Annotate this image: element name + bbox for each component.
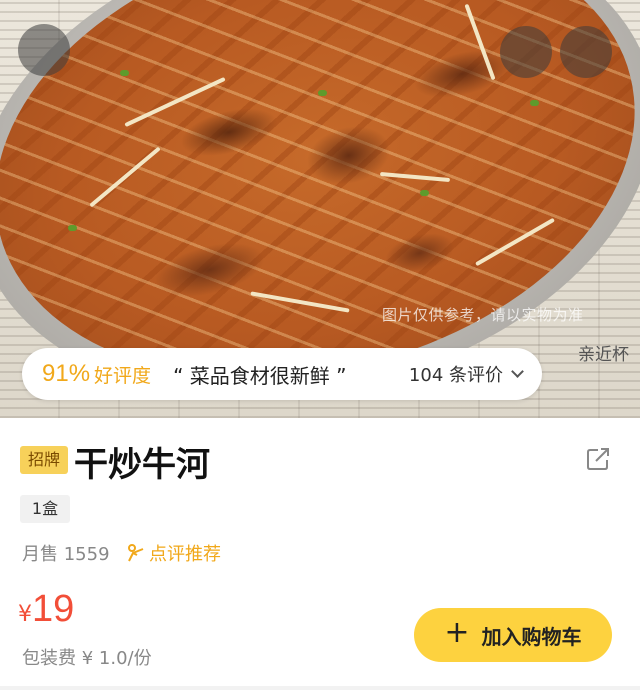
spec-tag: 1盒 — [20, 495, 70, 523]
photo-watermark: 图片仅供参考，请以实物为准 — [382, 306, 584, 324]
signature-badge: 招牌 — [20, 446, 68, 474]
price: ¥19 — [18, 588, 74, 631]
recommend-tag[interactable]: 点评推荐 — [126, 540, 221, 566]
dish-name: 干炒牛河 — [74, 445, 210, 485]
scallion — [318, 90, 327, 96]
favorite-button[interactable] — [500, 26, 552, 78]
rating-percent: 91% — [42, 360, 91, 387]
scallion — [68, 225, 77, 231]
chevron-down-icon — [511, 364, 524, 378]
recommend-icon — [128, 544, 144, 562]
scallion — [420, 190, 429, 196]
back-button[interactable] — [18, 24, 70, 76]
newspaper-text: 亲近杯 — [578, 345, 629, 365]
review-count[interactable]: 104 条评价 — [409, 361, 503, 387]
more-button[interactable] — [560, 26, 612, 78]
add-to-cart-label: 加入购物车 — [481, 624, 582, 649]
dish-photo[interactable]: 图片仅供参考，请以实物为准 亲近杯 91% 好评度 “ 菜品食材很新鲜 ” 10… — [0, 0, 640, 418]
scallion — [120, 70, 129, 76]
highlight-quote: “ 菜品食材很新鲜 ” — [173, 363, 347, 388]
rating-label: 好评度 — [94, 364, 152, 387]
monthly-sales: 月售 1559 — [22, 544, 110, 565]
recommend-label: 点评推荐 — [149, 544, 221, 565]
divider — [0, 686, 640, 690]
packaging-fee: 包装费 ¥ 1.0/份 — [22, 648, 152, 669]
rating-summary[interactable]: 91% 好评度 “ 菜品食材很新鲜 ” 104 条评价 — [22, 348, 542, 400]
price-value: 19 — [32, 588, 75, 630]
share-icon[interactable] — [584, 445, 612, 473]
scallion — [530, 100, 539, 106]
plus-icon: + — [444, 615, 470, 650]
price-symbol: ¥ — [18, 602, 32, 627]
add-to-cart-button[interactable]: + 加入购物车 — [414, 608, 612, 662]
